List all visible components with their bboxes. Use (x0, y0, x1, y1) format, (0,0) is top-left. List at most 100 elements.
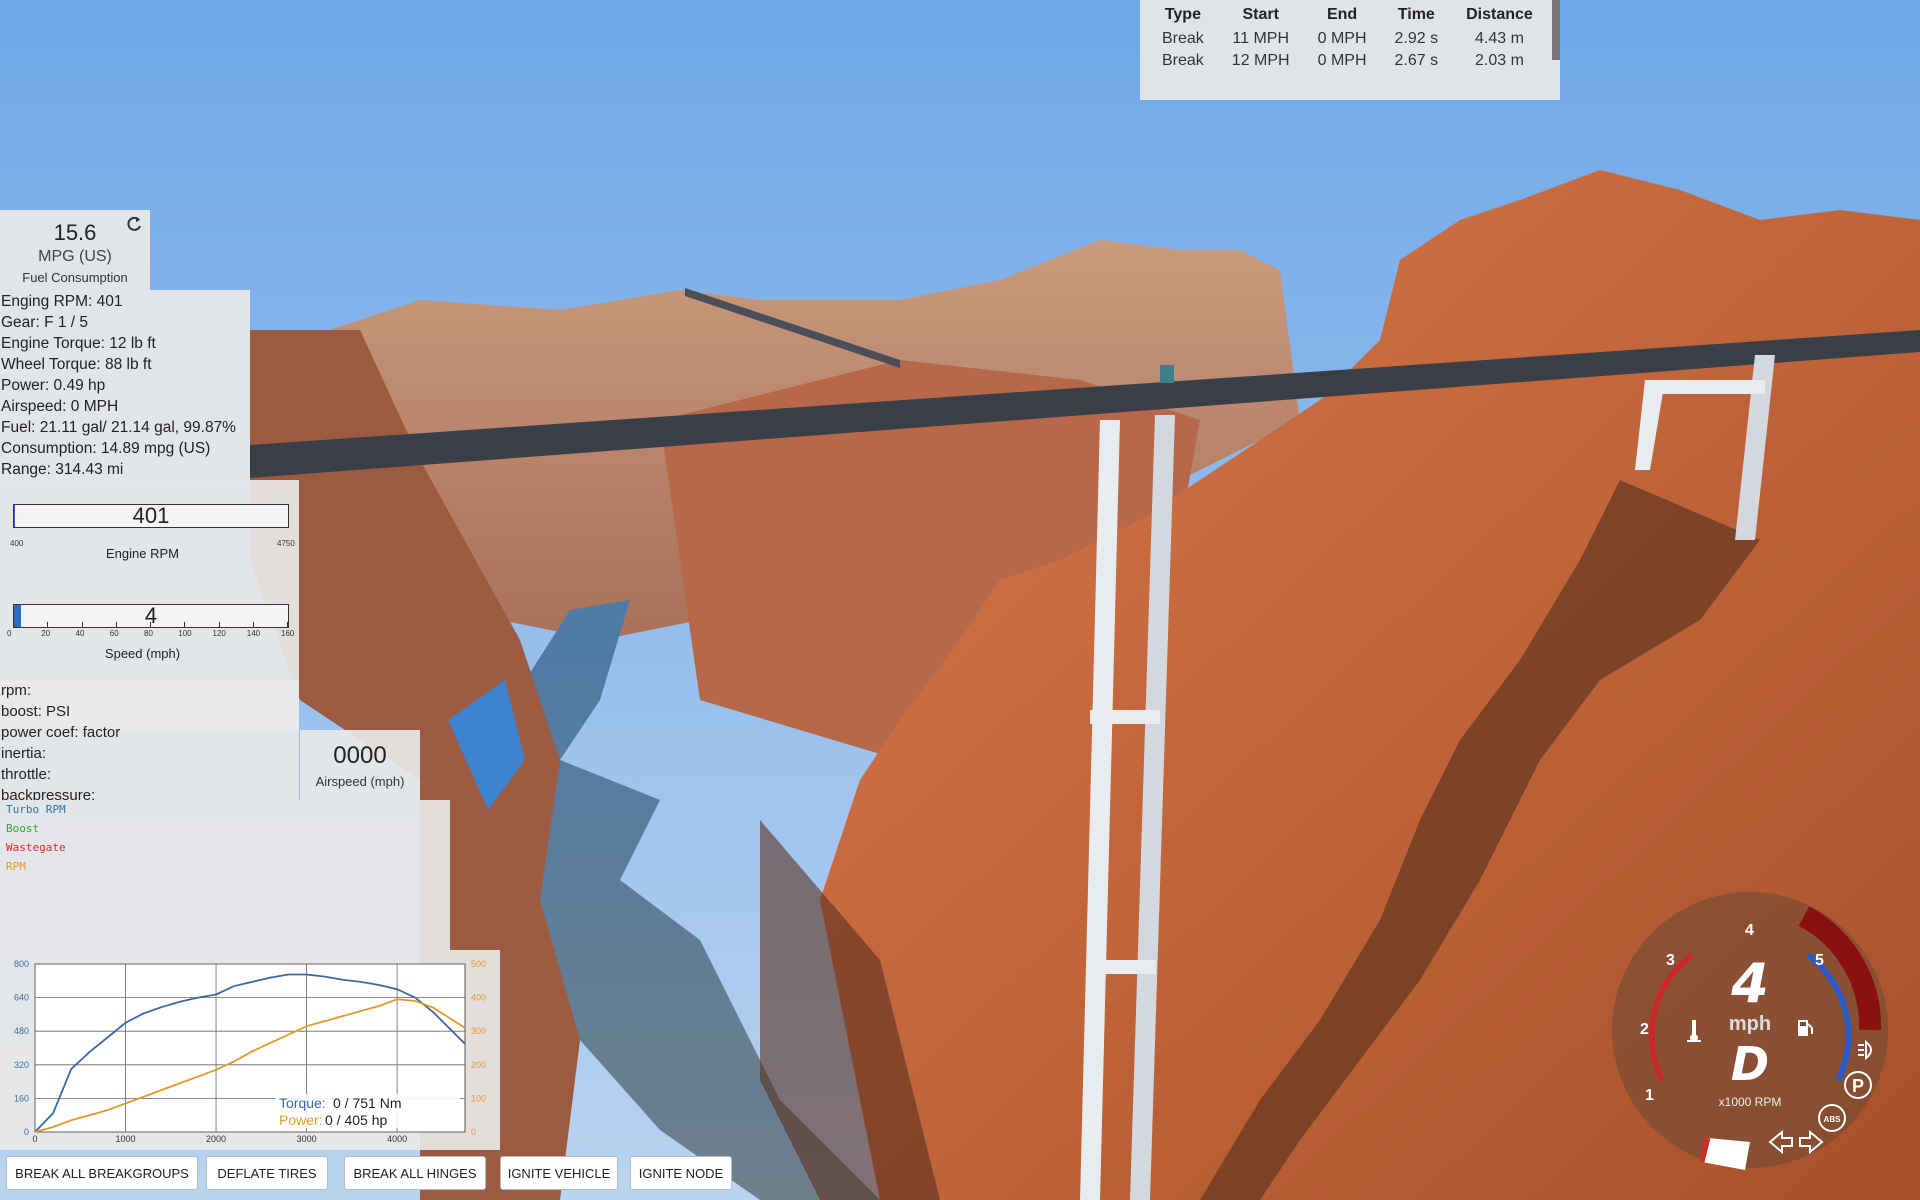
stat-consumption: Consumption: 14.89 mpg (US) (1, 440, 211, 457)
engine-rpm-value: 401 (132, 503, 170, 528)
bridge-crossbeam-2 (1088, 960, 1156, 974)
turbo-debug-panel: rpm: boost: PSI power coef: factor inert… (0, 680, 299, 804)
engine-stats-panel: Enging RPM: 401 Gear: F 1 / 5 Engine Tor… (0, 290, 250, 481)
legend-rpm: RPM (6, 860, 26, 873)
x-tick-label: 3000 (297, 1134, 317, 1144)
y-right-tick-label: 200 (471, 1060, 486, 1070)
rpm-tick-3: 3 (1666, 952, 1675, 969)
break-all-breakgroups-button[interactable]: BREAK ALL BREAKGROUPS (6, 1156, 198, 1190)
break-all-hinges-button[interactable]: BREAK ALL HINGES (344, 1156, 486, 1190)
col-time: Time (1397, 6, 1435, 23)
stat-engine-torque: Engine Torque: 12 lb ft (1, 335, 156, 352)
stat-airspeed: Airspeed: 0 MPH (1, 398, 119, 415)
y-right-tick-label: 0 (471, 1127, 476, 1137)
turbo-rpm: rpm: (1, 682, 31, 699)
speed-fill (14, 605, 21, 627)
cell-distance: 4.43 m (1474, 30, 1524, 47)
cell-start: 11 MPH (1232, 30, 1289, 47)
speed-tick-mark (13, 622, 14, 628)
table-row: Break 12 MPH 0 MPH 2.67 s 2.03 m (1148, 50, 1547, 72)
cell-end: 0 MPH (1317, 30, 1367, 47)
refresh-icon[interactable] (124, 214, 144, 234)
x-tick-label: 4000 (387, 1134, 407, 1144)
turbo-boost: boost: PSI (1, 703, 71, 720)
speed-tick-label: 80 (144, 629, 153, 638)
speed-tick-label: 160 (281, 629, 295, 638)
speed-bar: 4 (13, 604, 289, 628)
torque-curve-panel: 0 1000 2000 3000 4000 0 160 320 480 640 800 0 100 200… (0, 950, 500, 1150)
parking-brake-label: P (1852, 1076, 1864, 1096)
speed-tick-mark (115, 622, 117, 628)
stat-gear: Gear: F 1 / 5 (1, 314, 89, 331)
bridge-crossbeam-3 (1650, 380, 1765, 394)
y-left-tick-label: 160 (14, 1093, 29, 1103)
x-tick-label: 0 (32, 1134, 37, 1144)
rpm-tick-2: 2 (1640, 1021, 1649, 1038)
fuel-consumption-widget: 15.6 MPG (US) Fuel Consumption (0, 210, 150, 290)
x-tick-label: 2000 (206, 1134, 226, 1144)
stat-fuel: Fuel: 21.11 gal/ 21.14 gal, 99.87% (1, 419, 236, 436)
vehicle[interactable] (1160, 365, 1174, 383)
power-readout-value: 0 / 405 hp (325, 1112, 387, 1128)
cell-start: 12 MPH (1231, 52, 1290, 69)
cell-time: 2.67 s (1394, 52, 1439, 69)
deflate-tires-button[interactable]: DEFLATE TIRES (206, 1156, 328, 1190)
fuel-consumption-label: Fuel Consumption (22, 270, 128, 285)
brake-table-header: Type Start End Time Distance (1148, 4, 1547, 28)
rpm-tick-1: 1 (1645, 1087, 1654, 1104)
turbo-power-coef: power coef: factor (1, 724, 121, 741)
airspeed-widget: 0000 Airspeed (mph) (300, 730, 420, 800)
hud-speed-unit: mph (1729, 1013, 1771, 1035)
airspeed-label: Airspeed (mph) (315, 774, 405, 789)
speed-tick-mark (81, 622, 83, 628)
y-left-tick-label: 640 (14, 993, 29, 1003)
cell-type: Break (1162, 52, 1204, 69)
brake-test-table: Type Start End Time Distance Break 11 MP… (1148, 4, 1547, 72)
legend-boost: Boost (6, 822, 40, 835)
bridge-crossbeam-1 (1090, 710, 1160, 724)
legend-turbo-rpm: Turbo RPM (6, 803, 66, 816)
turbo-throttle: throttle: (1, 766, 52, 783)
cell-type: Break (1162, 30, 1204, 47)
speed-label: Speed (mph) (104, 646, 181, 661)
hud-gear: D (1731, 1037, 1769, 1091)
hud-speed-value: 4 (1730, 952, 1769, 1015)
cell-end: 0 MPH (1317, 52, 1367, 69)
y-right-tick-label: 100 (471, 1093, 486, 1103)
y-right-tick-label: 300 (471, 1026, 486, 1036)
speed-value: 4 (144, 603, 158, 628)
speed-tick-mark (252, 622, 254, 628)
abs-label: ABS (1824, 1115, 1842, 1124)
brake-test-panel: Type Start End Time Distance Break 11 MP… (1140, 0, 1560, 100)
ignite-node-button[interactable]: IGNITE NODE (630, 1156, 732, 1190)
torque-readout-label: Torque: (279, 1095, 326, 1111)
turbo-inertia: inertia: (1, 745, 47, 762)
brake-table-scrollbar[interactable] (1552, 0, 1560, 60)
turbo-graph-panel: Turbo RPM Boost Wastegate RPM (0, 800, 450, 950)
y-right-tick-label: 500 (471, 959, 486, 969)
y-left-tick-label: 320 (14, 1060, 29, 1070)
speedometer-hud: 1 2 3 4 5 4 mph D x1000 RPM P ABS (1612, 892, 1888, 1170)
y-left-tick-label: 800 (14, 959, 29, 969)
torque-readout-value: 0 / 751 Nm (333, 1095, 401, 1111)
stat-wheel-torque: Wheel Torque: 88 lb ft (1, 356, 152, 373)
cell-distance: 2.03 m (1474, 52, 1524, 69)
engine-rpm-bar: 401 (13, 504, 289, 528)
y-right-tick-label: 400 (471, 993, 486, 1003)
speed-tick-label: 40 (75, 629, 85, 638)
speed-tick-mark (184, 622, 186, 628)
col-type: Type (1164, 6, 1201, 23)
cell-time: 2.92 s (1394, 30, 1439, 47)
ignite-vehicle-button[interactable]: IGNITE VEHICLE (500, 1156, 618, 1190)
col-end: End (1326, 6, 1358, 23)
legend-wastegate: Wastegate (6, 841, 66, 854)
stat-power: Power: 0.49 hp (1, 377, 106, 394)
power-readout-label: Power: (279, 1112, 323, 1128)
speed-tick-label: 0 (7, 629, 12, 638)
table-row: Break 11 MPH 0 MPH 2.92 s 4.43 m (1148, 28, 1547, 50)
speed-tick-label: 60 (109, 629, 119, 638)
y-left-tick-label: 0 (24, 1127, 29, 1137)
hud-rpm-unit: x1000 RPM (1719, 1095, 1782, 1109)
y-left-tick-label: 480 (14, 1026, 29, 1036)
airspeed-value: 0000 (333, 742, 387, 769)
